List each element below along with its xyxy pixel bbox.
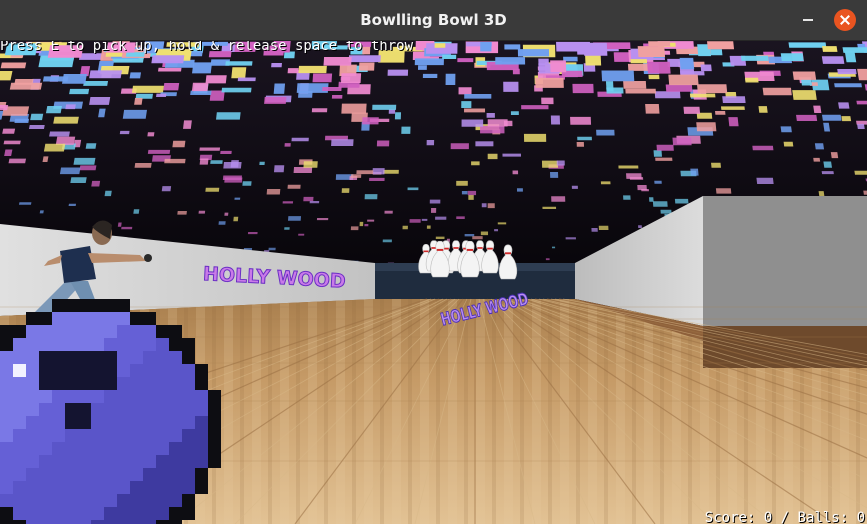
close-button[interactable] [834,9,856,31]
right-pillar-face [703,196,867,326]
score-separator: / [780,510,790,524]
score-value: 0 [763,510,773,524]
minimize-button[interactable] [797,9,819,31]
score-label: Score: [704,510,756,524]
balls-value: 0 [856,510,865,524]
right-pillar-base [703,326,867,368]
bowling-scene: HOLLY WOOD HOLLY WOOD [0,41,867,524]
score-readout: Score: 0 / Balls: 0 [705,510,865,524]
minimize-icon [803,19,813,21]
control-hint: Press E to pick up, hold & release space… [0,41,414,54]
window-title: Bowlling Bowl 3D [360,11,507,29]
game-window: Bowlling Bowl 3D HOLLY WOOD HOLLY WOOD P… [0,0,867,524]
balls-label: Balls: [797,510,849,524]
title-bar: Bowlling Bowl 3D [0,0,867,41]
game-viewport[interactable]: HOLLY WOOD HOLLY WOOD Press E to pick up… [0,41,867,524]
